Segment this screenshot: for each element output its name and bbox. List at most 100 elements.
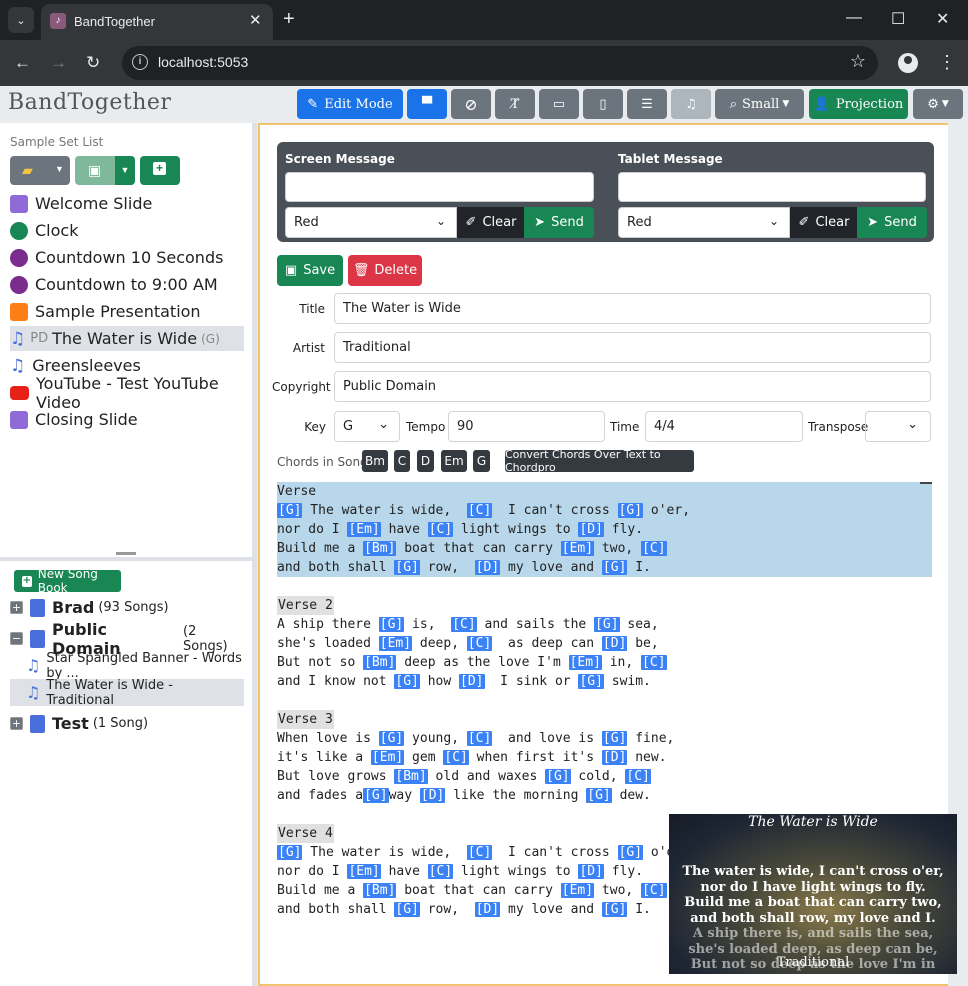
profile-avatar[interactable]: [898, 53, 918, 73]
set-item-water-is-wide[interactable]: ♫ PD The Water is Wide (G): [10, 326, 244, 351]
tablet-send-button[interactable]: ➤ Send: [857, 207, 927, 238]
add-slide-button[interactable]: +: [140, 156, 180, 185]
address-bar[interactable]: i localhost:5053 ☆: [122, 46, 878, 80]
copyright-field[interactable]: Public Domain: [334, 371, 931, 402]
tablet-color-select[interactable]: Red ⌄: [618, 207, 790, 238]
time-field[interactable]: 4/4: [645, 411, 803, 442]
tempo-field[interactable]: 90: [448, 411, 605, 442]
book-count: (2 Songs): [183, 623, 228, 654]
chord: [G]: [601, 902, 628, 917]
tab-close-icon[interactable]: ✕: [249, 11, 262, 29]
expand-icon[interactable]: +: [10, 717, 23, 730]
screen-color-select[interactable]: Red ⌄: [285, 207, 457, 238]
edit-mode-label: Edit Mode: [324, 96, 393, 112]
site-info-icon[interactable]: i: [132, 54, 148, 70]
screen-view-button[interactable]: ▭: [539, 89, 579, 119]
chord: [Bm]: [394, 769, 428, 784]
book-name: Test: [52, 714, 89, 733]
forward-icon[interactable]: →: [50, 53, 67, 73]
new-song-book-button[interactable]: + New Song Book: [14, 567, 121, 595]
caret-down-icon: ▼: [115, 156, 135, 185]
minimize-icon[interactable]: —: [846, 9, 862, 27]
lyric-line: nor do I [Em] have [C] light wings to [D…: [277, 522, 644, 537]
clear-label: Clear: [815, 215, 850, 230]
message-button[interactable]: ▀: [407, 89, 447, 119]
chord-chip[interactable]: C: [394, 450, 410, 472]
tempo-label: Tempo: [406, 420, 446, 434]
screen-send-button[interactable]: ➤ Send: [524, 207, 594, 238]
delete-button[interactable]: 🗑 Delete: [348, 255, 422, 286]
browser-menu-icon[interactable]: ⋮: [938, 52, 956, 73]
title-field[interactable]: The Water is Wide: [334, 293, 931, 324]
image-icon: [10, 194, 28, 213]
verse-label: Verse 4: [277, 824, 334, 843]
blank-screen-button[interactable]: ⊘: [451, 89, 491, 119]
set-item-clock[interactable]: Clock: [10, 218, 244, 243]
transpose-select[interactable]: ⌄: [865, 411, 931, 442]
search-icon: ⌕: [729, 96, 738, 112]
save-button[interactable]: ▣ Save: [277, 255, 343, 286]
song-item-star-spangled[interactable]: ♫ Star Spangled Banner - Words by ...: [10, 651, 244, 681]
edit-mode-button[interactable]: ✎ Edit Mode: [297, 89, 403, 119]
scroll-indicator: [920, 482, 932, 484]
projection-button[interactable]: 👤 Projection: [809, 89, 908, 119]
back-icon[interactable]: ←: [14, 53, 31, 73]
set-item-youtube[interactable]: YouTube - Test YouTube Video: [10, 374, 244, 412]
artist-field[interactable]: Traditional: [334, 332, 931, 363]
key-select[interactable]: G ⌄: [334, 411, 400, 442]
time-label: Time: [610, 420, 640, 434]
set-item-countdown-10[interactable]: Countdown 10 Seconds: [10, 245, 244, 270]
set-item-closing-slide[interactable]: Closing Slide: [10, 407, 244, 432]
tablet-view-button[interactable]: ▯: [583, 89, 623, 119]
settings-sliders-button[interactable]: ☰: [627, 89, 667, 119]
music-button[interactable]: ♫: [671, 89, 711, 119]
tablet-message-input[interactable]: [618, 172, 926, 202]
collapse-icon[interactable]: −: [10, 632, 23, 645]
search-size-dropdown[interactable]: ⌕ Small ▼: [715, 89, 804, 119]
projection-preview[interactable]: The Water is Wide The water is wide, I c…: [669, 814, 957, 974]
chord-chip[interactable]: Bm: [362, 450, 388, 472]
expand-icon[interactable]: +: [10, 601, 23, 614]
song-item-water-is-wide[interactable]: ♫ The Water is Wide - Traditional: [10, 678, 244, 708]
set-item-sample-presentation[interactable]: Sample Presentation: [10, 299, 244, 324]
screen-message-label: Screen Message: [285, 152, 395, 166]
chord-chip[interactable]: G: [473, 450, 490, 472]
app-navbar: BandTogether ✎ Edit Mode ▀ ⊘ T̸ ▭ ▯ ☰ ♫ ⌕…: [0, 86, 968, 123]
chord-chip[interactable]: Em: [441, 450, 467, 472]
chord: [D]: [474, 902, 501, 917]
new-tab-button[interactable]: +: [283, 8, 295, 30]
new-song-book-label: New Song Book: [37, 567, 98, 595]
chord-chip[interactable]: D: [417, 450, 434, 472]
chord: [C]: [641, 883, 667, 898]
close-window-icon[interactable]: ✕: [936, 9, 949, 29]
book-brad[interactable]: + Brad (93 Songs): [10, 595, 244, 620]
screen-clear-button[interactable]: ✐ Clear: [457, 207, 525, 238]
chord: [G]: [378, 731, 405, 746]
splitter-handle[interactable]: [116, 552, 136, 555]
vertical-splitter[interactable]: [252, 123, 257, 986]
maximize-icon[interactable]: ☐: [891, 9, 905, 29]
set-item-welcome-slide[interactable]: Welcome Slide: [10, 191, 244, 216]
browser-tab[interactable]: ♪ BandTogether ✕: [41, 4, 273, 40]
save-set-dropdown[interactable]: ▣ ▼: [75, 156, 135, 185]
book-test[interactable]: + Test (1 Song): [10, 711, 244, 736]
open-set-dropdown[interactable]: ▰ ▼: [10, 156, 70, 185]
convert-chords-button[interactable]: Convert Chords Over Text to Chordpro: [505, 448, 694, 474]
chord: [C]: [641, 541, 667, 556]
folder-open-icon: ▰: [22, 162, 33, 178]
set-list-title[interactable]: Sample Set List: [10, 135, 103, 149]
tablet-icon: ▯: [599, 96, 607, 112]
bookmark-star-icon[interactable]: ☆: [850, 51, 866, 72]
url-text[interactable]: localhost:5053: [158, 54, 248, 70]
book-public-domain[interactable]: − Public Domain (2 Songs): [10, 620, 244, 658]
tab-search-button[interactable]: ⌄: [8, 7, 34, 33]
set-item-countdown-9am[interactable]: Countdown to 9:00 AM: [10, 272, 244, 297]
clear-text-button[interactable]: T̸: [495, 89, 535, 119]
chord: [D]: [474, 560, 501, 575]
settings-dropdown[interactable]: ⚙ ▼: [913, 89, 963, 119]
screen-message-input[interactable]: [285, 172, 594, 202]
pane-splitter[interactable]: [0, 557, 252, 561]
tablet-clear-button[interactable]: ✐ Clear: [790, 207, 858, 238]
music-icon: ♫: [26, 656, 41, 675]
reload-icon[interactable]: ↻: [86, 53, 100, 73]
